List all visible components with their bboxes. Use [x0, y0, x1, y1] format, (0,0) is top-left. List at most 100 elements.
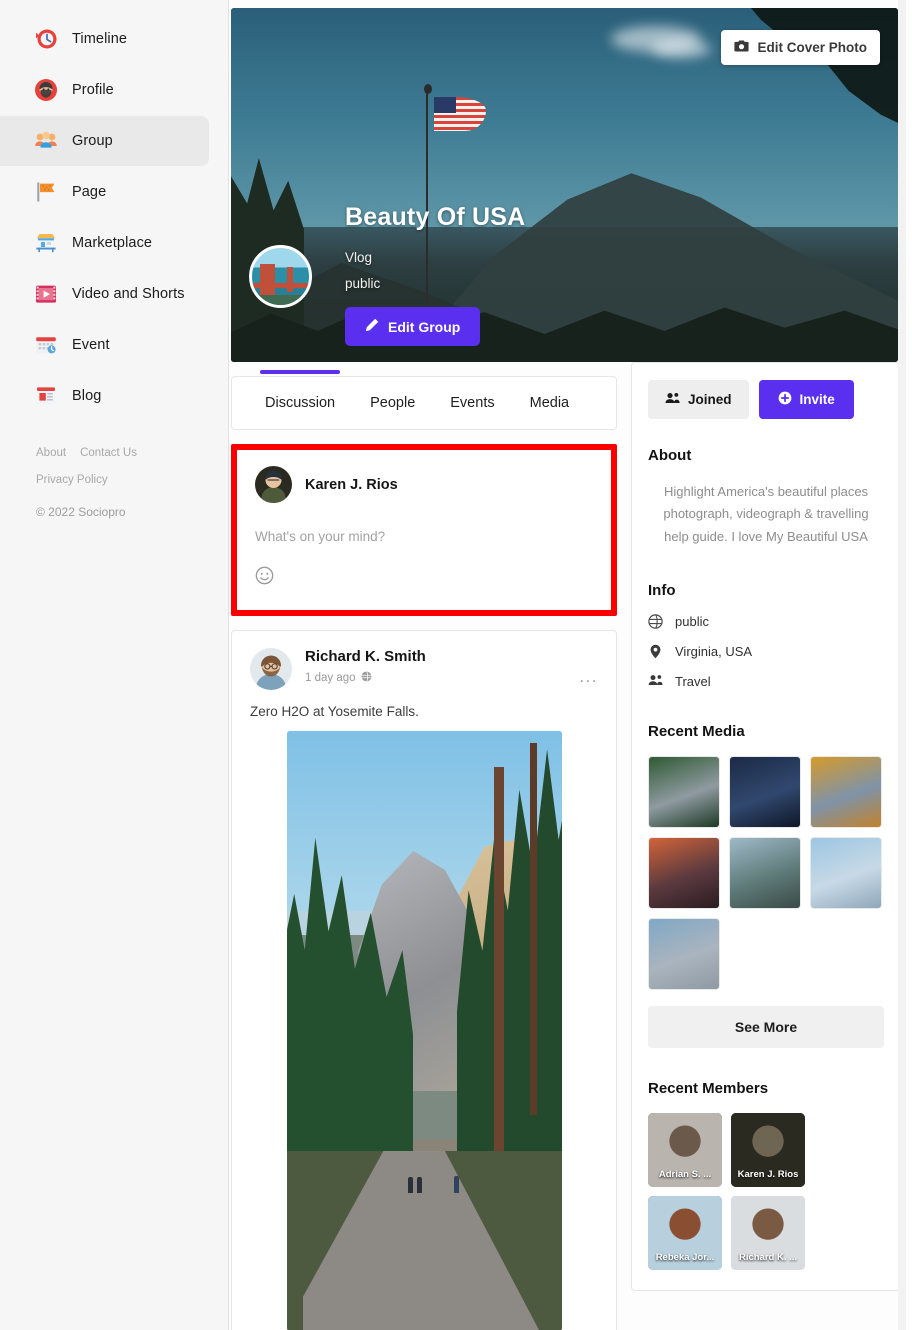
sidebar-item-timeline[interactable]: Timeline	[0, 14, 209, 64]
cloud-shape	[651, 40, 711, 58]
media-thumbnail[interactable]	[729, 837, 801, 909]
sidebar-item-profile[interactable]: Profile	[0, 65, 209, 115]
info-label: public	[675, 614, 709, 629]
recent-members-grid: Adrian S. ... Karen J. Rios Rebeka Jor..…	[648, 1113, 884, 1270]
app-root: Timeline Profile	[0, 0, 912, 1330]
post-text: Zero H2O at Yosemite Falls.	[250, 704, 598, 719]
group-people-icon	[33, 128, 59, 154]
member-name: Adrian S. ...	[648, 1169, 722, 1180]
recent-members-heading: Recent Members	[648, 1080, 884, 1097]
sidebar-item-page[interactable]: Page	[0, 167, 209, 217]
sidebar-label: Page	[72, 184, 106, 200]
tab-events[interactable]: Events	[448, 389, 496, 417]
member-card[interactable]: Karen J. Rios	[731, 1113, 805, 1187]
person-walking	[454, 1176, 459, 1193]
media-thumbnail[interactable]	[648, 756, 720, 828]
media-thumbnail[interactable]	[648, 918, 720, 990]
member-card[interactable]: Rebeka Jor...	[648, 1196, 722, 1270]
edit-group-label: Edit Group	[388, 319, 460, 335]
people-walking	[408, 1177, 422, 1193]
info-row-location: Virginia, USA	[648, 644, 884, 659]
about-text: Highlight America's beautiful places pho…	[648, 481, 884, 548]
group-name-title: Beauty Of USA	[345, 203, 525, 232]
edit-group-button[interactable]: Edit Group	[345, 307, 480, 346]
flag-pole	[426, 89, 428, 301]
invite-button[interactable]: Invite	[759, 380, 854, 419]
about-heading: About	[648, 447, 884, 464]
blog-document-icon	[33, 383, 59, 409]
bridge-tower	[260, 264, 275, 297]
sidebar-item-video-and-shorts[interactable]: Video and Shorts	[0, 269, 209, 319]
joined-button[interactable]: Joined	[648, 380, 749, 419]
usa-flag-icon	[434, 97, 486, 131]
post-timestamp: 1 day ago	[305, 671, 426, 685]
invite-label: Invite	[800, 392, 835, 407]
sidebar-label: Marketplace	[72, 235, 152, 251]
camera-icon	[734, 39, 749, 56]
store-marketplace-icon	[33, 230, 59, 256]
plus-circle-icon	[778, 391, 792, 408]
see-more-button[interactable]: See More	[648, 1006, 884, 1048]
tab-people[interactable]: People	[368, 389, 417, 417]
sidebar-label: Timeline	[72, 31, 127, 47]
post-photo[interactable]	[287, 731, 562, 1330]
bridge-tower-far	[287, 267, 293, 292]
smiley-face-icon[interactable]	[255, 572, 274, 589]
footer-link-about[interactable]: About	[36, 447, 66, 459]
scroll-gutter-edge	[906, 0, 912, 1330]
right-sidebar: Joined Invite About Highlight America's …	[631, 362, 901, 1330]
tab-label: People	[370, 395, 415, 411]
media-thumbnail[interactable]	[810, 837, 882, 909]
post-composer[interactable]: Karen J. Rios What's on your mind?	[237, 450, 611, 610]
sidebar-label: Blog	[72, 388, 101, 404]
info-label: Travel	[675, 674, 711, 689]
bridge-deck	[252, 283, 309, 288]
clock-history-icon	[33, 26, 59, 52]
edit-cover-photo-label: Edit Cover Photo	[757, 40, 867, 55]
avatar	[250, 648, 292, 690]
group-avatar[interactable]	[249, 245, 312, 308]
member-card[interactable]: Richard K. ...	[731, 1196, 805, 1270]
tab-media[interactable]: Media	[528, 389, 572, 417]
sidebar-item-blog[interactable]: Blog	[0, 371, 209, 421]
info-row-category: Travel	[648, 674, 884, 689]
member-card[interactable]: Adrian S. ...	[648, 1113, 722, 1187]
info-label: Virginia, USA	[675, 644, 752, 659]
tab-label: Media	[530, 395, 570, 411]
member-name: Rebeka Jor...	[648, 1252, 722, 1263]
post-composer-highlight: Karen J. Rios What's on your mind?	[231, 444, 617, 616]
composer-author-name: Karen J. Rios	[305, 477, 398, 493]
post-options-menu[interactable]: ...	[579, 668, 598, 685]
footer-link-contact-us[interactable]: Contact Us	[80, 447, 137, 459]
sidebar-item-marketplace[interactable]: Marketplace	[0, 218, 209, 268]
user-profile-icon	[33, 77, 59, 103]
people-icon	[648, 674, 663, 689]
group-tabs: Discussion People Events Media	[231, 376, 617, 430]
left-sidebar: Timeline Profile	[0, 0, 229, 1330]
info-heading: Info	[648, 582, 884, 599]
tab-discussion[interactable]: Discussion	[263, 389, 337, 417]
shore-land	[252, 295, 309, 305]
media-thumbnail[interactable]	[729, 756, 801, 828]
media-thumbnail[interactable]	[810, 756, 882, 828]
sidebar-item-group[interactable]: Group	[0, 116, 209, 166]
joined-label: Joined	[688, 392, 732, 407]
member-name: Karen J. Rios	[731, 1169, 805, 1180]
tab-label: Discussion	[265, 395, 335, 411]
post-time-label: 1 day ago	[305, 672, 356, 684]
sidebar-item-event[interactable]: Event	[0, 320, 209, 370]
sidebar-label: Video and Shorts	[72, 286, 185, 302]
edit-cover-photo-button[interactable]: Edit Cover Photo	[721, 30, 880, 65]
sidebar-label: Group	[72, 133, 113, 149]
post-card: Richard K. Smith 1 day ago ... Zero H2O …	[231, 630, 617, 1330]
avatar	[255, 466, 292, 503]
sidebar-label: Profile	[72, 82, 114, 98]
composer-input[interactable]: What's on your mind?	[255, 529, 593, 544]
pencil-icon	[365, 318, 379, 335]
sidebar-label: Event	[72, 337, 110, 353]
globe-icon	[648, 614, 663, 629]
footer-link-privacy-policy[interactable]: Privacy Policy	[36, 474, 108, 486]
recent-media-grid	[648, 756, 884, 990]
post-author-name: Richard K. Smith	[305, 648, 426, 667]
media-thumbnail[interactable]	[648, 837, 720, 909]
